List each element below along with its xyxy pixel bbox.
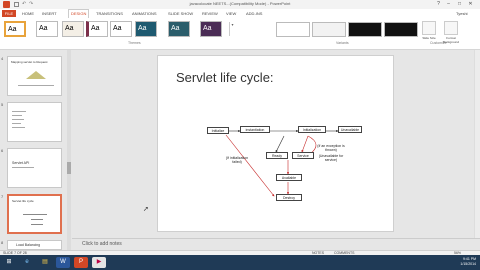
save-icon[interactable]	[14, 2, 19, 7]
arrow	[275, 135, 285, 153]
taskbar-clock[interactable]: 9:41 PM 1/15/2014	[460, 257, 476, 267]
thumb-number: 5	[1, 102, 4, 107]
variants-group-label: Variants	[336, 41, 349, 45]
thumb-title: Load Balancing	[16, 243, 41, 247]
tab-add-ins[interactable]: ADD-INS	[246, 10, 262, 17]
explorer-icon[interactable]: ▤	[38, 257, 52, 268]
theme-office[interactable]: Aa	[4, 21, 26, 37]
box-service[interactable]: Service	[292, 152, 314, 159]
thumbnail-scrollbar[interactable]	[67, 50, 71, 250]
variant-3[interactable]	[348, 22, 382, 37]
close-button[interactable]: ✕	[466, 1, 475, 8]
thumb-title: Servlet life cycle	[12, 199, 34, 203]
box-available[interactable]: Available	[276, 174, 302, 181]
powerpoint-icon[interactable]: P	[74, 257, 88, 268]
box-ready[interactable]: Ready	[266, 152, 288, 159]
slide-size-label: Slide Size	[422, 36, 436, 40]
user-name[interactable]: Tyeshi	[456, 10, 468, 17]
slide-canvas[interactable]: Servlet life cycle: Initialize instantia…	[157, 55, 394, 232]
themes-more-icon[interactable]: ▾	[229, 22, 235, 36]
variant-1[interactable]	[276, 22, 310, 37]
label-exception: (If an exception is thrown)	[317, 144, 345, 152]
slide-thumbnail-8[interactable]: Load Balancing	[7, 240, 62, 250]
lifecycle-arrows	[225, 129, 339, 197]
ribbon-tabs: HOME INSERT DESIGN TRANSITIONS ANIMATION…	[0, 9, 480, 18]
customize-group-label: Customize	[430, 41, 447, 45]
theme-3[interactable]: Aa	[86, 21, 108, 37]
thumb-number: 8	[1, 240, 4, 245]
thumb-diagram	[26, 71, 46, 79]
theme-4[interactable]: Aa	[110, 21, 132, 37]
powerpoint-logo-icon	[3, 1, 10, 8]
thumb-title: Mapping servlet to Request	[11, 60, 48, 64]
window-title: javacolocate NEETS...(Compatibility Mode…	[189, 1, 291, 6]
arrow	[225, 134, 275, 197]
maximize-button[interactable]: □	[455, 1, 464, 8]
video-icon[interactable]: ▶	[92, 257, 106, 268]
tab-design[interactable]: DESIGN	[68, 9, 90, 18]
slide-size-icon[interactable]	[422, 21, 436, 35]
thumb-number: 7	[1, 194, 4, 199]
slide-thumbnail-pane: 4 Mapping servlet to Request 5 6 Servlet…	[0, 50, 68, 250]
notes-placeholder: Click to add notes	[82, 241, 122, 247]
box-initialize[interactable]: Initialize	[207, 127, 229, 134]
slide-thumbnail-4[interactable]: Mapping servlet to Request	[7, 56, 62, 96]
themes-group-label: Themes	[128, 41, 141, 45]
tab-file[interactable]: FILE	[2, 10, 16, 17]
tab-insert[interactable]: INSERT	[42, 10, 57, 17]
label-init-failed: (If initialization failed)	[225, 156, 249, 164]
box-unavailable[interactable]: Unavailable	[338, 126, 362, 133]
clock-date: 1/15/2014	[460, 262, 476, 266]
tab-review[interactable]: REVIEW	[202, 10, 218, 17]
variant-2[interactable]	[312, 22, 346, 37]
title-bar: ↶ ↷ javacolocate NEETS...(Compatibility …	[0, 0, 480, 9]
theme-7[interactable]: Aa	[200, 21, 222, 37]
arrow	[301, 135, 309, 153]
thumb-title: Servlet API	[12, 161, 30, 165]
box-instantiation[interactable]: instantiation	[240, 126, 270, 133]
tab-home[interactable]: HOME	[22, 10, 34, 17]
mouse-cursor-icon: ➚	[143, 206, 149, 213]
tab-animations[interactable]: ANIMATIONS	[132, 10, 157, 17]
variant-4[interactable]	[384, 22, 418, 37]
theme-1[interactable]: Aa	[36, 21, 58, 37]
slide-thumbnail-6[interactable]: Servlet API	[7, 148, 62, 188]
windows-taskbar: ⊞ e ▤ W P ▶ 9:41 PM 1/15/2014	[0, 255, 480, 270]
format-background-icon[interactable]	[444, 21, 458, 35]
redo-icon[interactable]: ↷	[29, 1, 33, 7]
start-icon[interactable]: ⊞	[2, 257, 16, 268]
thumb-number: 6	[1, 148, 4, 153]
help-button[interactable]: ?	[434, 1, 443, 8]
undo-icon[interactable]: ↶	[22, 1, 26, 7]
word-icon[interactable]: W	[56, 257, 70, 268]
box-destroy[interactable]: Destroy	[276, 194, 302, 201]
label-unavailable-service: (Unavailable for service)	[318, 154, 344, 162]
theme-2[interactable]: Aa	[62, 21, 84, 37]
ie-icon[interactable]: e	[20, 257, 34, 268]
tab-slide-show[interactable]: SLIDE SHOW	[168, 10, 193, 17]
box-initialization[interactable]: Initialization	[298, 126, 326, 133]
minimize-button[interactable]: –	[444, 1, 453, 8]
theme-5[interactable]: Aa	[135, 21, 157, 37]
thumb-number: 4	[1, 56, 4, 61]
slide-thumbnail-5[interactable]	[7, 102, 62, 142]
slide-vertical-scrollbar[interactable]	[474, 50, 480, 238]
tab-transitions[interactable]: TRANSITIONS	[96, 10, 123, 17]
theme-6[interactable]: Aa	[168, 21, 190, 37]
tab-view[interactable]: VIEW	[226, 10, 236, 17]
slide-thumbnail-7[interactable]: Servlet life cycle	[7, 194, 62, 234]
ribbon: Aa Aa Aa Aa Aa Aa Aa Aa ▾ Themes Variant…	[0, 18, 480, 50]
